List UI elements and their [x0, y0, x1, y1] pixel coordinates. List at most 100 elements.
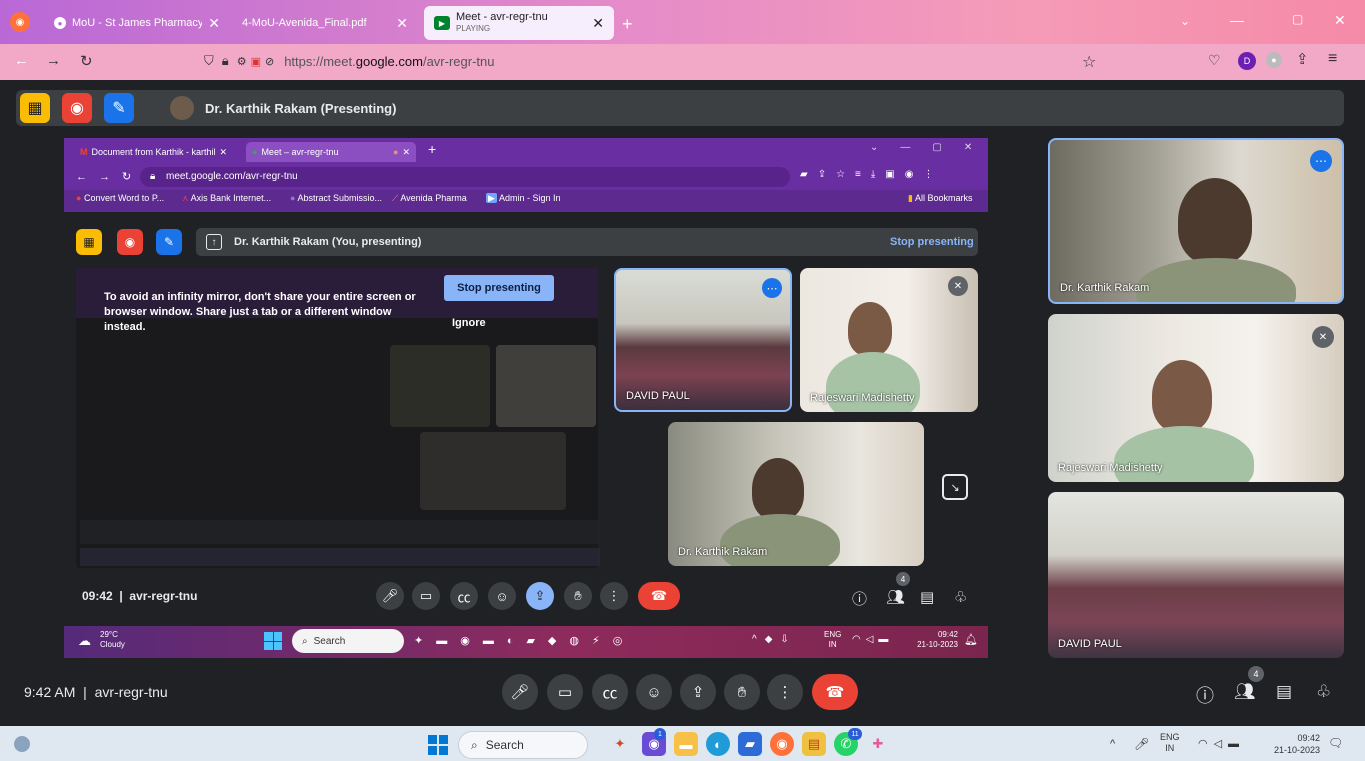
activities-icon: ♧: [954, 589, 968, 606]
more-options-icon[interactable]: ⋯: [1310, 150, 1332, 172]
present-icon: ↑: [206, 234, 222, 250]
people-button[interactable]: 👥︎: [1234, 682, 1256, 702]
weather-widget-icon[interactable]: [14, 736, 30, 752]
whiteboard-icon[interactable]: ✎: [104, 93, 134, 123]
people-count-badge: 4: [896, 572, 910, 586]
permissions-icon[interactable]: ⚙: [237, 55, 247, 68]
chat-button[interactable]: ▤: [1276, 682, 1292, 702]
maximize-button[interactable]: ▢: [1292, 12, 1303, 26]
extension-icon[interactable]: ●: [1266, 52, 1282, 68]
new-tab-icon: +: [428, 141, 437, 157]
url-prefix: https://meet.: [284, 53, 356, 69]
pdf-app-icon[interactable]: ▤: [802, 732, 826, 756]
tile-name: Dr. Karthik Rakam: [1060, 282, 1150, 294]
meeting-tools-icon[interactable]: ▦: [20, 93, 50, 123]
notification-center-icon[interactable]: 🗨︎: [1328, 736, 1343, 750]
shared-lang: ENG IN: [824, 630, 842, 649]
activities-button[interactable]: ♧: [1316, 682, 1331, 702]
shared-taskbar-clock: 09:42 21-10-2023: [917, 630, 958, 649]
file-explorer-icon[interactable]: ▬: [674, 732, 698, 756]
chat-icon: ▤: [920, 589, 935, 606]
mic-tray-icon[interactable]: 🎤︎: [1134, 737, 1149, 751]
account-avatar[interactable]: D: [1238, 52, 1256, 70]
shield-icon[interactable]: ⛉: [204, 53, 214, 69]
lock-icon[interactable]: 🔒︎: [222, 53, 229, 69]
taskbar-clock[interactable]: 09:42 21-10-2023: [1252, 732, 1320, 756]
participant-body: [720, 514, 840, 566]
sidebar-tile-rajeswari[interactable]: ✕ Rajeswari Madishetty: [1048, 314, 1344, 482]
hamburger-menu-icon[interactable]: ≡: [1328, 50, 1337, 68]
emoji-icon: ☺: [488, 582, 516, 610]
tray-status-icons[interactable]: ◠◁▬: [1198, 737, 1245, 750]
mirror-tile: [420, 432, 566, 510]
paint-app-icon[interactable]: ✦: [608, 732, 632, 756]
end-call-icon: ☎: [638, 582, 680, 610]
recording-dot-icon: ●: [393, 147, 399, 157]
participant-body: [1136, 258, 1296, 302]
tab-meet[interactable]: ▶ Meet - avr-regr-tnu PLAYING ✕: [424, 6, 614, 40]
firefox-app-icon[interactable]: ◉: [770, 732, 794, 756]
mic-muted-icon: ✕: [948, 276, 968, 296]
emoji-button[interactable]: ☺: [636, 674, 672, 710]
mic-icon: 🎤︎: [376, 582, 404, 610]
bookmark-star-icon[interactable]: ☆: [1082, 52, 1096, 72]
shared-toolbar-icons: ▰⇪☆≡⤓▣◉⋮: [800, 169, 944, 180]
mirror-tile: [496, 345, 596, 427]
forward-button[interactable]: →: [46, 52, 61, 69]
address-bar[interactable]: ⛉ 🔒︎ ⚙ ▣ ⊘ https://meet. google.com/avr-r…: [196, 47, 1106, 75]
recording-icon[interactable]: ◉: [62, 93, 92, 123]
camera-button[interactable]: ▭: [547, 674, 583, 710]
tab-mou-pdf[interactable]: 4-MoU-Avenida_Final.pdf ✕: [232, 6, 418, 40]
minimize-button[interactable]: —: [1230, 12, 1244, 28]
sidebar-tile-karthik[interactable]: ⋯ Dr. Karthik Rakam: [1048, 138, 1344, 304]
close-icon[interactable]: ✕: [592, 15, 604, 32]
meeting-details-button[interactable]: ⓘ: [1196, 682, 1214, 708]
shared-tile-david-paul: ⋯ DAVID PAUL: [614, 268, 792, 412]
presenter-banner: Dr. Karthik Rakam (Presenting): [205, 101, 397, 116]
reload-button[interactable]: ↻: [80, 52, 93, 70]
raise-hand-icon: ✋︎: [564, 582, 592, 610]
bookmark-item: ▶ Admin - Sign In: [486, 193, 561, 203]
more-options-button[interactable]: ⋮: [767, 674, 803, 710]
close-window-button[interactable]: ✕: [1334, 12, 1346, 29]
pocket-icon[interactable]: ♡: [1208, 52, 1221, 69]
mic-blocked-icon[interactable]: ⊘: [265, 55, 274, 68]
camera-permission-icon[interactable]: ▣: [251, 55, 261, 68]
bell-icon: 🔔︎: [964, 634, 978, 646]
close-icon[interactable]: ✕: [396, 15, 408, 32]
sidebar-tile-david-paul[interactable]: DAVID PAUL: [1048, 492, 1344, 658]
shared-tab-meet: ● Meet – avr-regr-tnu ● ✕: [246, 142, 416, 162]
tab-mou-st-james[interactable]: ● MoU - St James Pharmacy Colle ✕: [44, 6, 230, 40]
store-app-icon[interactable]: ▰: [738, 732, 762, 756]
windows-start-icon: [264, 632, 282, 650]
bookmark-item: ● Convert Word to P...: [76, 193, 165, 203]
captions-button[interactable]: ㏄: [592, 674, 628, 710]
present-icon: ⇪: [526, 582, 554, 610]
close-icon[interactable]: ✕: [208, 15, 220, 32]
people-icon: 👥︎: [886, 589, 906, 606]
windows-start-button[interactable]: [428, 735, 448, 755]
taskbar-search-box[interactable]: ⌕ Search: [458, 731, 588, 759]
end-call-button[interactable]: ☎: [812, 674, 858, 710]
show-hidden-icons[interactable]: ^: [1110, 738, 1115, 750]
present-button[interactable]: ⇪: [680, 674, 716, 710]
list-all-tabs-icon[interactable]: ⌄: [1180, 14, 1190, 28]
edge-app-icon[interactable]: ◐: [706, 732, 730, 756]
shared-taskbar-apps: ✦▬◉▬◐▰◆◍⚡◎: [414, 635, 636, 647]
tab-label: MoU - St James Pharmacy Colle: [72, 17, 202, 29]
whiteboard-icon: ✎: [156, 229, 182, 255]
shared-clock: 09:42 | avr-regr-tnu: [82, 589, 198, 603]
back-button[interactable]: ←: [14, 52, 29, 69]
mic-button[interactable]: 🎤︎: [502, 674, 538, 710]
new-tab-button[interactable]: +: [622, 14, 633, 35]
url-domain: google.com: [355, 53, 423, 69]
firefox-menu-icon[interactable]: ◉: [10, 12, 30, 32]
shared-nav-icons: ←→↻: [76, 171, 144, 183]
shared-stop-presenting-link: Stop presenting: [890, 236, 974, 248]
share-icon[interactable]: ⇪: [1296, 50, 1309, 68]
raise-hand-button[interactable]: ✋︎: [724, 674, 760, 710]
extra-app-icon[interactable]: ✚: [866, 732, 890, 756]
mirror-taskbar: [80, 548, 600, 566]
info-icon: ⓘ: [852, 591, 868, 608]
language-indicator[interactable]: ENG IN: [1160, 732, 1180, 754]
